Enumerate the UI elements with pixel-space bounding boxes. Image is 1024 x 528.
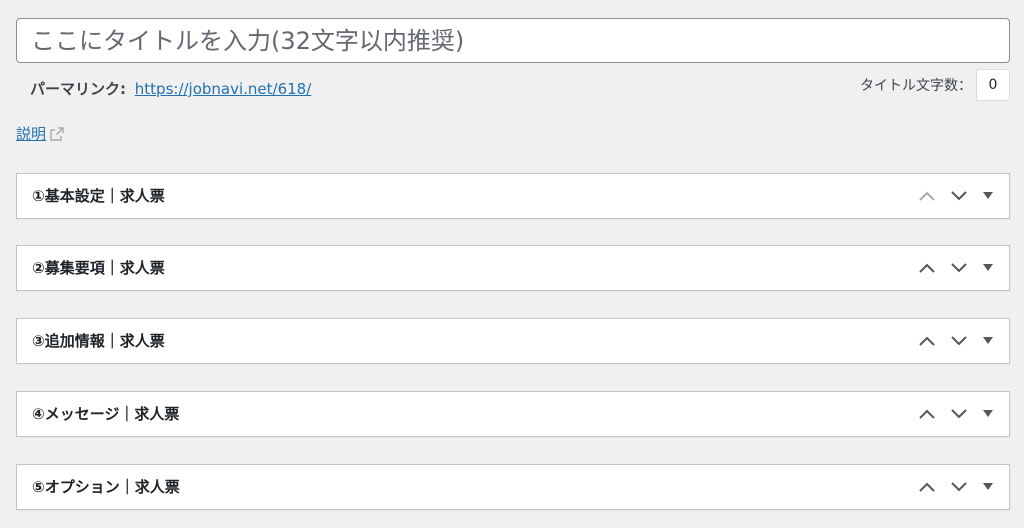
triangle-down-icon (983, 483, 993, 490)
chevron-up-icon (919, 191, 935, 201)
toggle-panel-button[interactable] (975, 469, 1001, 505)
description-row: 説明 (16, 123, 65, 144)
permalink-row: パーマリンク: https://jobnavi.net/618/ (30, 78, 311, 100)
chevron-down-icon (951, 336, 967, 346)
permalink-url-link[interactable]: https://jobnavi.net/618/ (135, 80, 312, 98)
metabox-job-requirements: ②募集要項｜求人票 (16, 245, 1010, 291)
move-down-button[interactable] (943, 396, 975, 432)
chevron-up-icon (919, 482, 935, 492)
chevron-down-icon (951, 263, 967, 273)
metabox-title[interactable]: ①基本設定｜求人票 (32, 174, 165, 218)
permalink-label: パーマリンク: (30, 80, 126, 98)
move-up-button[interactable] (911, 396, 943, 432)
title-char-counter: タイトル文字数： 0 (860, 69, 1010, 101)
move-up-button[interactable] (911, 250, 943, 286)
move-up-button[interactable] (911, 178, 943, 214)
triangle-down-icon (983, 264, 993, 271)
move-down-button[interactable] (943, 469, 975, 505)
triangle-down-icon (983, 337, 993, 344)
chevron-up-icon (919, 336, 935, 346)
move-up-button[interactable] (911, 323, 943, 359)
metabox-title[interactable]: ②募集要項｜求人票 (32, 246, 165, 290)
description-link[interactable]: 説明 (16, 123, 46, 144)
chevron-down-icon (951, 409, 967, 419)
chevron-down-icon (951, 482, 967, 492)
metabox-controls (911, 319, 1001, 363)
metabox-options: ⑤オプション｜求人票 (16, 464, 1010, 510)
chevron-up-icon (919, 409, 935, 419)
metabox-title[interactable]: ③追加情報｜求人票 (32, 319, 165, 363)
triangle-down-icon (983, 192, 993, 199)
char-count-label: タイトル文字数： (860, 78, 972, 94)
metabox-message: ④メッセージ｜求人票 (16, 391, 1010, 437)
metabox-controls (911, 246, 1001, 290)
move-down-button[interactable] (943, 323, 975, 359)
triangle-down-icon (983, 410, 993, 417)
metabox-title[interactable]: ⑤オプション｜求人票 (32, 465, 180, 509)
metabox-additional-info: ③追加情報｜求人票 (16, 318, 1010, 364)
move-down-button[interactable] (943, 250, 975, 286)
toggle-panel-button[interactable] (975, 323, 1001, 359)
metabox-title[interactable]: ④メッセージ｜求人票 (32, 392, 179, 436)
move-up-button[interactable] (911, 469, 943, 505)
chevron-up-icon (919, 263, 935, 273)
toggle-panel-button[interactable] (975, 396, 1001, 432)
chevron-down-icon (951, 191, 967, 201)
metabox-controls (911, 465, 1001, 509)
title-input[interactable] (16, 18, 1010, 63)
metabox-basic-settings: ①基本設定｜求人票 (16, 173, 1010, 219)
external-link-icon (49, 126, 65, 142)
toggle-panel-button[interactable] (975, 178, 1001, 214)
metabox-controls (911, 392, 1001, 436)
toggle-panel-button[interactable] (975, 250, 1001, 286)
char-count-value: 0 (976, 69, 1010, 101)
metabox-controls (911, 174, 1001, 218)
move-down-button[interactable] (943, 178, 975, 214)
